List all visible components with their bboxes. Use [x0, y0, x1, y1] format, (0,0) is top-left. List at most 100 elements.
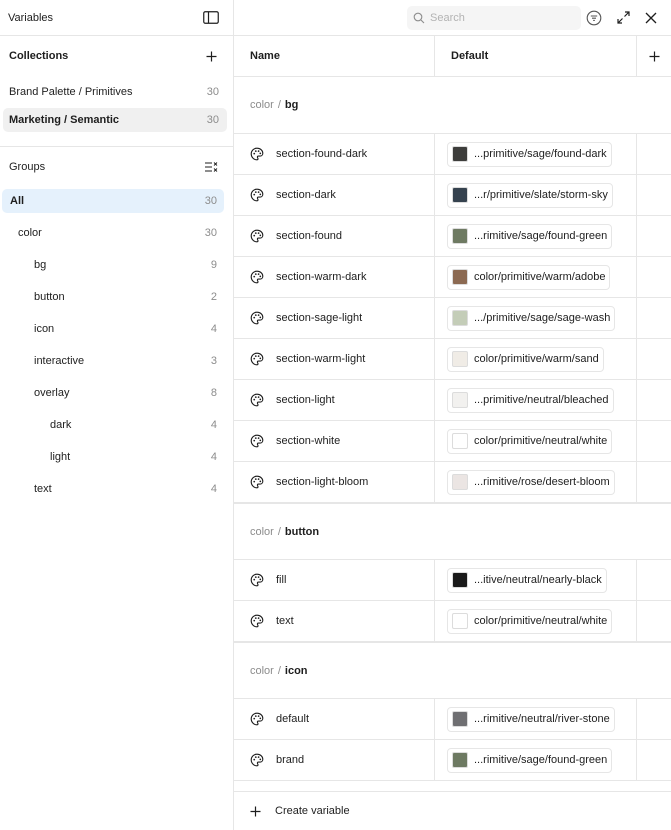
empty-cell [637, 601, 671, 641]
create-variable-button[interactable]: Create variable [234, 791, 671, 830]
palette-icon [250, 270, 264, 284]
variable-value-pill[interactable]: ...primitive/sage/found-dark [447, 141, 612, 167]
expand-icon[interactable] [609, 4, 637, 32]
variable-value-pill[interactable]: ...itive/neutral/nearly-black [447, 567, 607, 593]
palette-icon [250, 475, 264, 489]
variable-value-pill[interactable]: ...r/primitive/slate/storm-sky [447, 182, 613, 208]
sidebar: Variables Collections Brand Palette / Pr… [0, 0, 234, 830]
variable-default-cell: .../primitive/sage/sage-wash [435, 298, 637, 338]
table-row[interactable]: section-dark ...r/primitive/slate/storm-s… [234, 175, 671, 216]
variable-name-cell[interactable]: section-light [234, 380, 435, 420]
variable-value: ...primitive/sage/found-dark [474, 148, 607, 160]
variable-name-cell[interactable]: section-white [234, 421, 435, 461]
search-box[interactable] [407, 5, 581, 30]
table-row[interactable]: fill ...itive/neutral/nearly-black [234, 560, 671, 601]
table-row[interactable]: section-found-dark ...primitive/sage/foun… [234, 134, 671, 175]
group-count: 4 [210, 323, 217, 335]
variable-value-pill[interactable]: ...rimitive/rose/desert-bloom [447, 469, 615, 495]
create-variable-label: Create variable [275, 805, 350, 817]
variable-value-pill[interactable]: color/primitive/warm/sand [447, 346, 604, 372]
variable-name: section-sage-light [276, 312, 363, 324]
variable-value-pill[interactable]: ...rimitive/sage/found-green [447, 223, 613, 249]
palette-icon [250, 712, 264, 726]
variable-name-cell[interactable]: section-dark [234, 175, 435, 215]
empty-cell [637, 134, 671, 174]
group-item[interactable]: interactive 3 [2, 349, 224, 373]
table-row[interactable]: section-sage-light .../primitive/sage/sag… [234, 298, 671, 339]
variable-name-cell[interactable]: brand [234, 740, 435, 780]
variable-name: fill [276, 574, 287, 586]
sidebar-toggle-icon[interactable] [201, 8, 221, 28]
variable-value: .../primitive/sage/sage-wash [474, 312, 611, 324]
variable-value-pill[interactable]: color/primitive/neutral/white [447, 608, 613, 634]
collection-item[interactable]: Marketing / Semantic 30 [3, 108, 227, 132]
variable-name: section-light [276, 394, 335, 406]
group-count: 4 [210, 419, 217, 431]
variable-value: ...rimitive/rose/desert-bloom [474, 476, 610, 488]
group-count: 30 [204, 227, 217, 239]
variable-name-cell[interactable]: section-warm-dark [234, 257, 435, 297]
add-mode-icon[interactable] [637, 36, 671, 76]
variable-name-cell[interactable]: text [234, 601, 435, 641]
table-row[interactable]: section-warm-light color/primitive/warm/s… [234, 339, 671, 380]
variable-name-cell[interactable]: fill [234, 560, 435, 600]
search-input[interactable] [430, 11, 570, 24]
group-item[interactable]: color 30 [2, 221, 224, 245]
empty-cell [637, 380, 671, 420]
group-options-icon[interactable] [201, 157, 221, 177]
group-heading-separator: / [277, 525, 281, 538]
table-row[interactable]: text color/primitive/neutral/white [234, 601, 671, 642]
group-item[interactable]: bg 9 [2, 253, 224, 277]
color-swatch [452, 433, 468, 449]
close-icon[interactable] [637, 4, 665, 32]
variable-value: ...rimitive/sage/found-green [474, 230, 608, 242]
group-item[interactable]: overlay 8 [2, 381, 224, 405]
group-item[interactable]: icon 4 [2, 317, 224, 341]
collection-item[interactable]: Brand Palette / Primitives 30 [3, 80, 227, 104]
variable-name-cell[interactable]: default [234, 699, 435, 739]
group-item[interactable]: button 2 [2, 285, 224, 309]
variable-name: section-dark [276, 189, 336, 201]
group-item[interactable]: dark 4 [2, 413, 224, 437]
variable-default-cell: ...primitive/neutral/bleached [435, 380, 637, 420]
group-item[interactable]: All 30 [2, 189, 224, 213]
table-row[interactable]: section-light ...primitive/neutral/bleach… [234, 380, 671, 421]
variable-name-cell[interactable]: section-found-dark [234, 134, 435, 174]
variable-name-cell[interactable]: section-found [234, 216, 435, 256]
column-header-default[interactable]: Default [435, 36, 637, 76]
table-row[interactable]: section-light-bloom ...rimitive/rose/dese… [234, 462, 671, 503]
column-header-name[interactable]: Name [234, 36, 435, 76]
group-name: overlay [34, 387, 70, 399]
variable-name-cell[interactable]: section-sage-light [234, 298, 435, 338]
group-name: color [18, 227, 42, 239]
variable-name: section-warm-light [276, 353, 366, 365]
table-row[interactable]: default ...rimitive/neutral/river-stone [234, 699, 671, 740]
variable-default-cell: ...rimitive/rose/desert-bloom [435, 462, 637, 502]
variable-value-pill[interactable]: .../primitive/sage/sage-wash [447, 305, 616, 331]
color-swatch [452, 228, 468, 244]
color-swatch [452, 572, 468, 588]
group-item[interactable]: light 4 [2, 445, 224, 469]
table-row[interactable]: section-white color/primitive/neutral/whi… [234, 421, 671, 462]
variable-value-pill[interactable]: ...rimitive/sage/found-green [447, 747, 613, 773]
table-row[interactable]: section-warm-dark color/primitive/warm/ad… [234, 257, 671, 298]
variable-value-pill[interactable]: color/primitive/neutral/white [447, 428, 613, 454]
empty-cell [637, 462, 671, 502]
color-swatch [452, 474, 468, 490]
palette-icon [250, 614, 264, 628]
add-collection-icon[interactable] [201, 46, 221, 66]
variable-value: ...primitive/neutral/bleached [474, 394, 609, 406]
group-item[interactable]: text 4 [2, 477, 224, 501]
variable-value-pill[interactable]: ...rimitive/neutral/river-stone [447, 706, 615, 732]
empty-cell [637, 421, 671, 461]
variable-name-cell[interactable]: section-warm-light [234, 339, 435, 379]
table-row[interactable]: section-found ...rimitive/sage/found-gree… [234, 216, 671, 257]
table-row[interactable]: brand ...rimitive/sage/found-green [234, 740, 671, 781]
variable-value: color/primitive/neutral/white [474, 435, 608, 447]
variable-name-cell[interactable]: section-light-bloom [234, 462, 435, 502]
variable-value-pill[interactable]: ...primitive/neutral/bleached [447, 387, 614, 413]
filter-icon[interactable] [583, 4, 605, 32]
group-count: 9 [210, 259, 217, 271]
variable-value: color/primitive/warm/adobe [474, 271, 606, 283]
variable-value-pill[interactable]: color/primitive/warm/adobe [447, 264, 611, 290]
